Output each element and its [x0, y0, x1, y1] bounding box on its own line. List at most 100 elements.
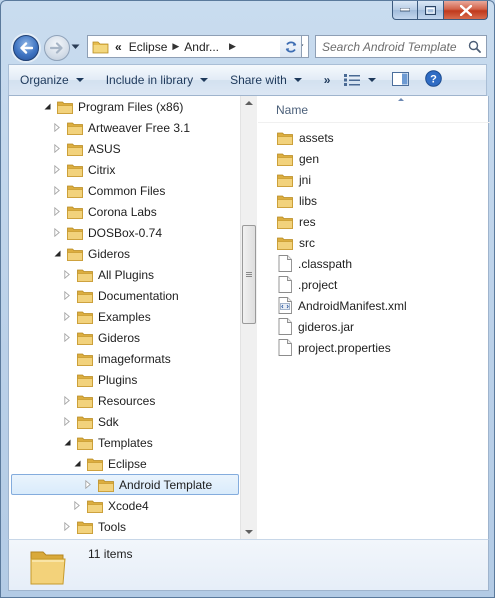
- nav-tree-item[interactable]: DOSBox-0.74: [9, 222, 240, 243]
- grip-icon: [246, 272, 252, 277]
- file-list-item[interactable]: AndroidManifest.xml: [277, 295, 407, 316]
- nav-tree-item[interactable]: Gideros: [9, 243, 240, 264]
- breadcrumb-android-template[interactable]: Andr...: [184, 40, 219, 54]
- breadcrumb-overflow[interactable]: «: [115, 40, 122, 54]
- nav-tree-item[interactable]: Program Files (x86): [9, 96, 240, 117]
- file-list-item[interactable]: gen: [277, 148, 319, 169]
- file-list-item[interactable]: res: [277, 211, 316, 232]
- share-with-menu[interactable]: Share with: [230, 73, 302, 87]
- folder-icon: [77, 290, 93, 303]
- collapsed-triangle-icon[interactable]: [52, 165, 62, 174]
- organize-menu[interactable]: Organize: [20, 73, 84, 87]
- refresh-button[interactable]: [280, 35, 302, 58]
- collapsed-triangle-icon[interactable]: [62, 291, 72, 300]
- forward-button[interactable]: [44, 35, 70, 61]
- nav-tree-item[interactable]: All Plugins: [9, 264, 240, 285]
- collapsed-triangle-icon[interactable]: [62, 312, 72, 321]
- nav-tree-item[interactable]: Plugins: [9, 369, 240, 390]
- scrollbar-thumb[interactable]: [242, 225, 256, 324]
- expanded-triangle-icon[interactable]: [72, 460, 82, 467]
- collapsed-triangle-icon[interactable]: [62, 396, 72, 405]
- nav-tree-item[interactable]: Xcode4: [9, 495, 240, 516]
- column-header-name[interactable]: Name: [276, 103, 308, 117]
- file-list-item[interactable]: project.properties: [277, 337, 391, 358]
- nav-tree-item[interactable]: Examples: [9, 306, 240, 327]
- nav-tree-item[interactable]: Artweaver Free 3.1: [9, 117, 240, 138]
- nav-tree-item[interactable]: Templates: [9, 432, 240, 453]
- close-icon: [459, 4, 472, 16]
- breadcrumb-separator-icon[interactable]: ▶: [172, 41, 179, 52]
- close-button[interactable]: [444, 1, 488, 20]
- preview-pane-button[interactable]: [392, 71, 410, 89]
- more-commands-button[interactable]: »: [324, 73, 331, 87]
- breadcrumb-separator-icon[interactable]: ▶: [229, 41, 236, 52]
- collapsed-triangle-icon[interactable]: [52, 123, 62, 132]
- nav-tree-item-label: Tools: [98, 519, 127, 534]
- share-with-label: Share with: [230, 73, 287, 87]
- help-button[interactable]: ?: [425, 70, 443, 90]
- nav-tree-item[interactable]: Sdk: [9, 411, 240, 432]
- nav-tree-item-label: Artweaver Free 3.1: [88, 120, 191, 135]
- chevron-down-icon: [368, 78, 377, 82]
- nav-tree-item[interactable]: Gideros: [9, 327, 240, 348]
- nav-tree-item-label: Resources: [98, 393, 156, 408]
- nav-tree-item[interactable]: Documentation: [9, 285, 240, 306]
- minimize-button[interactable]: [392, 1, 418, 20]
- file-list-item[interactable]: jni: [277, 169, 311, 190]
- nav-tree-item[interactable]: Common Files: [9, 180, 240, 201]
- nav-tree-item[interactable]: Resources: [9, 390, 240, 411]
- file-list-item[interactable]: .project: [277, 274, 337, 295]
- file-name: AndroidManifest.xml: [298, 298, 407, 313]
- include-in-library-menu[interactable]: Include in library: [106, 73, 209, 87]
- file-list-item[interactable]: .classpath: [277, 253, 352, 274]
- collapsed-triangle-icon[interactable]: [72, 501, 82, 510]
- nav-tree-item[interactable]: Tools: [9, 516, 240, 537]
- file-list-item[interactable]: libs: [277, 190, 317, 211]
- folder-icon: [77, 311, 93, 324]
- file-list-item[interactable]: assets: [277, 127, 334, 148]
- navigation-pane-scrollbar[interactable]: [240, 96, 257, 539]
- maximize-button[interactable]: [418, 1, 444, 20]
- refresh-icon: [285, 40, 296, 53]
- nav-tree-item-selected[interactable]: Android Template: [11, 474, 239, 495]
- collapsed-triangle-icon[interactable]: [52, 144, 62, 153]
- scroll-down-icon[interactable]: [245, 530, 253, 534]
- nav-tree-item[interactable]: Citrix: [9, 159, 240, 180]
- file-list-pane[interactable]: Name assets gen jni libs res src .classpath .pr…: [258, 96, 490, 539]
- collapsed-triangle-icon[interactable]: [52, 228, 62, 237]
- navigation-pane[interactable]: Program Files (x86) Artweaver Free 3.1 ASU…: [9, 96, 240, 539]
- nav-tree-item[interactable]: imageformats: [9, 348, 240, 369]
- scroll-up-icon[interactable]: [245, 101, 253, 105]
- nav-tree-item-label: Common Files: [88, 183, 166, 198]
- recent-pages-chevron-down-icon[interactable]: [71, 44, 80, 50]
- content-area: Program Files (x86) Artweaver Free 3.1 ASU…: [8, 96, 490, 539]
- collapsed-triangle-icon[interactable]: [62, 333, 72, 342]
- nav-tree-item[interactable]: ASUS: [9, 138, 240, 159]
- breadcrumb-eclipse[interactable]: Eclipse: [129, 40, 168, 54]
- expanded-triangle-icon[interactable]: [62, 439, 72, 446]
- folder-icon: [92, 41, 109, 54]
- collapsed-triangle-icon[interactable]: [52, 186, 62, 195]
- nav-tree-item-label: Eclipse: [108, 456, 147, 471]
- folder-icon: [57, 101, 73, 114]
- folder-icon: [67, 143, 83, 156]
- nav-tree-item[interactable]: Eclipse: [9, 453, 240, 474]
- organize-label: Organize: [20, 73, 69, 87]
- search-box[interactable]: [315, 35, 487, 58]
- collapsed-triangle-icon[interactable]: [62, 270, 72, 279]
- address-bar[interactable]: « Eclipse ▶ Andr... ▶: [87, 35, 309, 58]
- expanded-triangle-icon[interactable]: [52, 250, 62, 257]
- sort-ascending-icon: [398, 98, 404, 101]
- collapsed-triangle-icon[interactable]: [62, 417, 72, 426]
- collapsed-triangle-icon[interactable]: [83, 480, 93, 489]
- expanded-triangle-icon[interactable]: [42, 103, 52, 110]
- maximize-icon: [425, 5, 436, 15]
- file-list-item[interactable]: src: [277, 232, 315, 253]
- collapsed-triangle-icon[interactable]: [62, 522, 72, 531]
- search-input[interactable]: [322, 39, 462, 54]
- change-view-button[interactable]: [344, 74, 377, 86]
- file-list-item[interactable]: gideros.jar: [277, 316, 354, 337]
- back-button[interactable]: [13, 35, 39, 61]
- collapsed-triangle-icon[interactable]: [52, 207, 62, 216]
- nav-tree-item[interactable]: Corona Labs: [9, 201, 240, 222]
